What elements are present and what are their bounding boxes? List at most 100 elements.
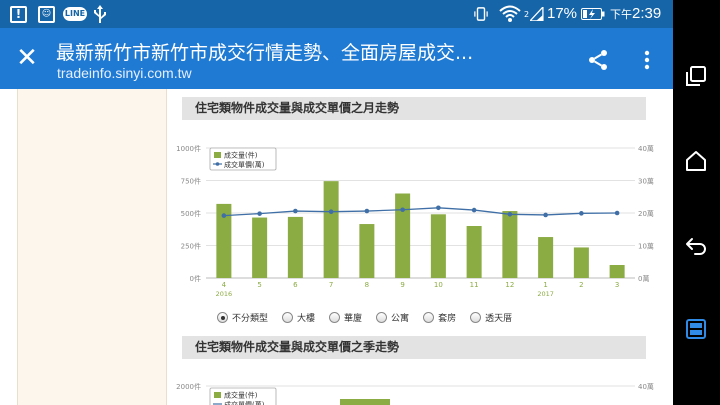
x-tick-label: 12 — [505, 281, 514, 289]
x-tick-label: 1 — [543, 281, 547, 289]
filter-building[interactable]: 大樓 — [282, 311, 315, 324]
bar-volume — [252, 217, 268, 278]
x-tick-label: 11 — [470, 281, 479, 289]
notification-alert-icon: ! — [10, 4, 27, 24]
bar-volume — [323, 181, 339, 278]
clock: 下午2:39 — [610, 5, 661, 22]
page-url: tradeinfo.sinyi.com.tw — [57, 65, 192, 81]
line-app-icon: LINE — [63, 4, 87, 24]
legend-bar-label: 成交量(件) — [224, 151, 258, 160]
usb-icon — [92, 4, 108, 24]
legend-line-marker — [215, 162, 220, 166]
filter-mansion[interactable]: 華廈 — [329, 311, 362, 324]
x-tick-label: 2 — [579, 281, 583, 289]
point-unit-price — [543, 212, 548, 218]
quarterly-trend-chart: 2000件 40萬成交量(件)成交單價(萬) — [176, 382, 654, 405]
y-right-tick-label: 0萬 — [638, 274, 649, 283]
bar-volume — [609, 265, 625, 278]
x-tick-label: 6 — [293, 281, 298, 289]
bar-volume — [287, 216, 303, 278]
battery-percent: 17% — [547, 5, 578, 22]
filter-townhouse[interactable]: 透天厝 — [470, 311, 512, 324]
wifi-icon — [499, 4, 521, 24]
status-bar: ! ☺ LINE 2 17% 下午2:39 — [0, 0, 673, 28]
point-unit-price — [579, 211, 584, 216]
x-tick-label: 3 — [615, 281, 619, 289]
radio-selected-icon — [217, 312, 228, 323]
vibrate-icon — [474, 4, 488, 24]
legend-line-label: 成交單價(萬) — [224, 160, 265, 169]
y-left-tick-label: 1000件 — [176, 144, 201, 153]
x-tick-label: 5 — [257, 281, 261, 289]
point-unit-price — [400, 207, 405, 213]
y-left-tick-label: 0件 — [190, 274, 201, 283]
filter-apartment[interactable]: 公寓 — [376, 311, 409, 324]
point-unit-price — [364, 208, 370, 214]
web-page[interactable]: 住宅類物件成交量與成交單價之月走勢 0件 250件 500件 750件 1000件 0萬 1… — [0, 89, 673, 405]
clock-time: 2:39 — [632, 5, 662, 22]
filter-label: 不分類型 — [232, 314, 269, 324]
y-left-tick-label: 2000件 — [176, 382, 201, 391]
bar-volume — [395, 193, 411, 278]
recent-apps-icon[interactable] — [683, 63, 709, 89]
y-left-tick-label: 250件 — [181, 242, 201, 251]
y-left-tick-label: 500件 — [181, 209, 201, 218]
filter-label: 透天厝 — [485, 314, 513, 324]
x-tick-label: 4 — [222, 281, 227, 289]
close-icon[interactable]: ✕ — [14, 45, 40, 71]
x-tick-label: 10 — [434, 281, 443, 289]
monthly-trend-chart: 0件 250件 500件 750件 1000件 0萬 10萬 20萬 30萬 40萬 4 5 6 7 8 9 1… — [176, 144, 654, 298]
clock-period: 下午 — [610, 9, 632, 21]
legend-bar-swatch — [214, 392, 221, 398]
y-right-tick-label: 40萬 — [638, 144, 654, 153]
filter-label: 套房 — [438, 314, 457, 324]
monthly-trend-title: 住宅類物件成交量與成交單價之月走勢 — [182, 97, 646, 120]
quarterly-trend-title: 住宅類物件成交量與成交單價之季走勢 — [182, 336, 646, 359]
y-right-tick-label: 20萬 — [638, 209, 654, 218]
radio-icon — [282, 312, 294, 323]
android-nav-bar — [673, 0, 720, 405]
x-tick-label: 9 — [400, 281, 404, 289]
filter-label: 華廈 — [344, 314, 363, 324]
y-left-tick-label: 750件 — [181, 177, 201, 186]
split-screen-icon[interactable] — [683, 316, 709, 342]
more-options-icon[interactable] — [640, 48, 654, 72]
radio-icon — [470, 312, 482, 323]
battery-charging-icon — [581, 4, 605, 24]
y-right-tick-label: 40萬 — [638, 382, 654, 391]
sidebar-panel — [17, 89, 167, 405]
bar-volume — [359, 224, 375, 278]
x-year-label: 2017 — [537, 290, 554, 298]
notification-message-icon: ☺ — [38, 4, 55, 24]
back-icon[interactable] — [683, 232, 709, 258]
bar-volume — [502, 211, 518, 278]
radio-icon — [423, 312, 435, 323]
home-icon[interactable] — [683, 148, 709, 174]
legend-bar-swatch — [214, 152, 221, 158]
signal-icon: 2 — [524, 4, 544, 24]
x-year-label: 2016 — [216, 290, 233, 298]
point-unit-price — [614, 210, 620, 216]
radio-icon — [329, 312, 341, 323]
point-unit-price — [221, 213, 227, 218]
bar-volume — [430, 214, 446, 278]
point-unit-price — [293, 208, 298, 214]
legend-bar-label: 成交量(件) — [224, 391, 258, 400]
point-unit-price — [507, 212, 513, 217]
filter-all-types[interactable]: 不分類型 — [217, 311, 268, 324]
x-tick-label: 7 — [329, 281, 333, 289]
filter-suite[interactable]: 套房 — [423, 311, 456, 324]
line-unit-price — [223, 207, 618, 217]
filter-label: 公寓 — [391, 314, 410, 324]
legend-line-label: 成交單價(萬) — [224, 400, 265, 405]
property-type-filter: 不分類型 大樓 華廈 公寓 套房 透天厝 — [217, 311, 526, 324]
point-unit-price — [257, 211, 262, 216]
radio-icon — [376, 312, 388, 323]
share-icon[interactable] — [586, 48, 610, 72]
bar-volume — [573, 247, 589, 278]
point-unit-price — [471, 207, 477, 213]
y-right-tick-label: 30萬 — [638, 177, 654, 186]
point-unit-price — [436, 205, 441, 211]
point-unit-price — [328, 209, 334, 214]
custom-tab-toolbar: ✕ 最新新竹市新竹市成交行情走勢、全面房屋成交... tradeinfo.sin… — [0, 28, 673, 89]
